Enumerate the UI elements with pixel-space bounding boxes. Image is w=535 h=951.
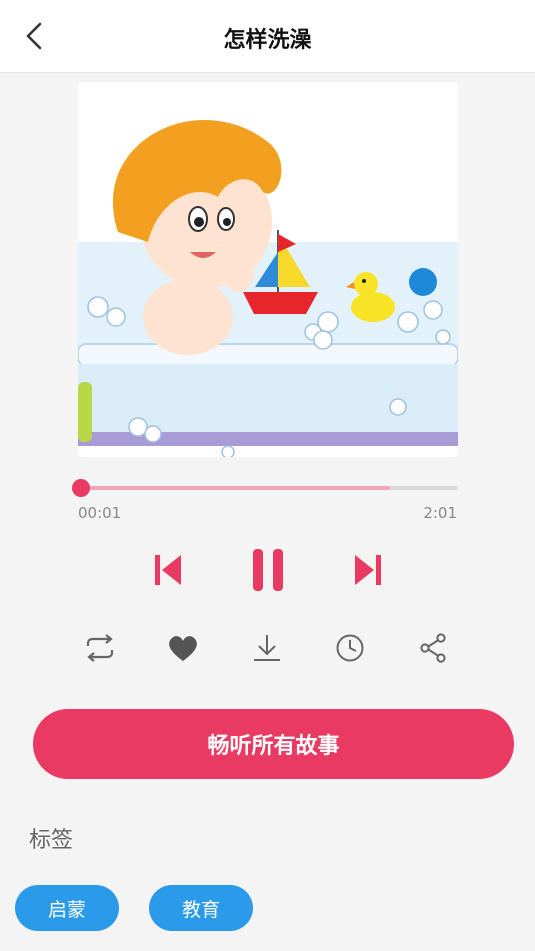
previous-button[interactable] xyxy=(146,548,190,592)
tag-chip[interactable]: 启蒙 xyxy=(15,885,119,931)
page-title: 怎样洗澡 xyxy=(223,28,312,53)
timer-button[interactable] xyxy=(330,628,370,668)
progress-thumb[interactable] xyxy=(72,479,91,497)
story-cover-image xyxy=(78,82,458,457)
share-icon xyxy=(420,633,446,663)
download-button[interactable] xyxy=(247,628,287,668)
repeat-button[interactable] xyxy=(80,628,120,668)
total-time: 2:01 xyxy=(423,504,457,522)
current-time: 00:01 xyxy=(78,504,122,522)
listen-all-stories-button[interactable]: 畅听所有故事 xyxy=(33,709,514,779)
buffer-bar xyxy=(78,486,390,490)
pause-icon xyxy=(253,549,283,591)
tags-section-label: 标签 xyxy=(29,828,74,853)
skip-next-icon xyxy=(355,555,381,585)
heart-icon xyxy=(169,636,197,661)
skip-previous-icon xyxy=(155,555,181,585)
clock-icon xyxy=(336,634,364,662)
pause-button[interactable] xyxy=(244,546,292,594)
top-bar: 怎样洗澡 xyxy=(0,0,535,73)
download-icon xyxy=(254,635,280,661)
repeat-icon xyxy=(86,634,114,662)
share-button[interactable] xyxy=(413,628,453,668)
next-button[interactable] xyxy=(346,548,390,592)
favorite-button[interactable] xyxy=(163,628,203,668)
tag-chip[interactable]: 教育 xyxy=(149,885,253,931)
progress-bar[interactable] xyxy=(72,479,458,497)
